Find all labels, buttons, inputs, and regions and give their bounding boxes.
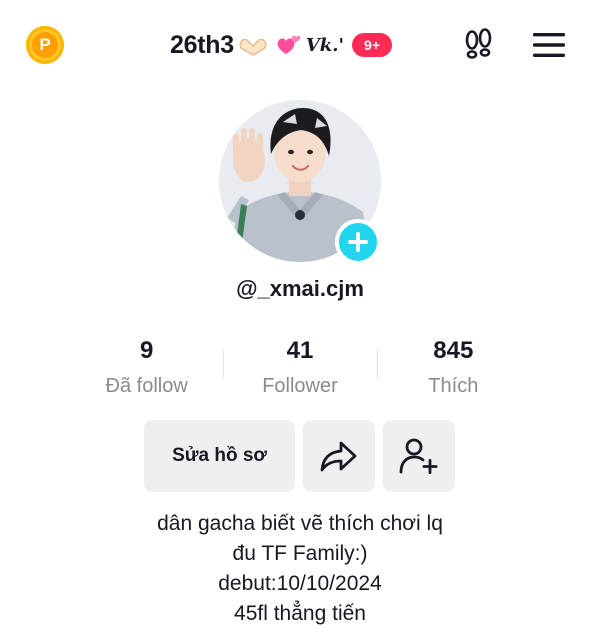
add-story-button[interactable]: [335, 219, 381, 265]
account-title-suffix: Vk.': [305, 34, 345, 56]
bio-line: 45fl thẳng tiến: [234, 602, 366, 625]
edit-profile-button[interactable]: Sửa hồ sơ: [144, 420, 295, 492]
hamburger-menu-icon[interactable]: [532, 31, 566, 64]
bio-line: đu TF Family:): [232, 542, 368, 565]
stat-followers-label: Follower: [262, 375, 338, 397]
footprints-icon[interactable]: [462, 27, 496, 66]
account-title: 26th3: [170, 30, 234, 59]
top-bar: P 26th3 Vk.' 9+: [0, 0, 600, 90]
coin-letter: P: [32, 32, 58, 58]
account-switcher[interactable]: 26th3 Vk.' 9+: [170, 28, 393, 62]
profile-username: @_xmai.cjm: [236, 276, 364, 301]
add-friend-button[interactable]: [383, 420, 455, 492]
profile-bio: dân gacha biết vẽ thích chơi lq đu TF Fa…: [0, 509, 600, 629]
stat-following[interactable]: 9 Đã follow: [70, 335, 223, 415]
stat-following-value: 9: [139, 337, 154, 364]
notification-badge: 9+: [352, 33, 393, 57]
stat-likes-value: 845: [433, 337, 474, 364]
stat-likes-label: Thích: [428, 375, 479, 397]
stat-followers[interactable]: 41 Follower: [223, 335, 376, 415]
bio-line: debut:10/10/2024: [218, 572, 382, 595]
profile-stats: 9 Đã follow 41 Follower 845 Thích: [70, 335, 530, 415]
coin-icon[interactable]: P: [26, 26, 64, 64]
bio-line: dân gacha biết vẽ thích chơi lq: [157, 512, 443, 535]
add-friend-icon: [399, 438, 438, 474]
heart-hands-icon: [238, 34, 268, 56]
stat-followers-value: 41: [286, 337, 314, 364]
share-arrow-icon: [320, 441, 357, 472]
plus-icon: [348, 232, 368, 252]
stat-following-label: Đã follow: [105, 375, 188, 397]
stat-likes[interactable]: 845 Thích: [376, 335, 530, 415]
hearts-icon: [272, 32, 302, 58]
share-profile-button[interactable]: [303, 420, 375, 492]
